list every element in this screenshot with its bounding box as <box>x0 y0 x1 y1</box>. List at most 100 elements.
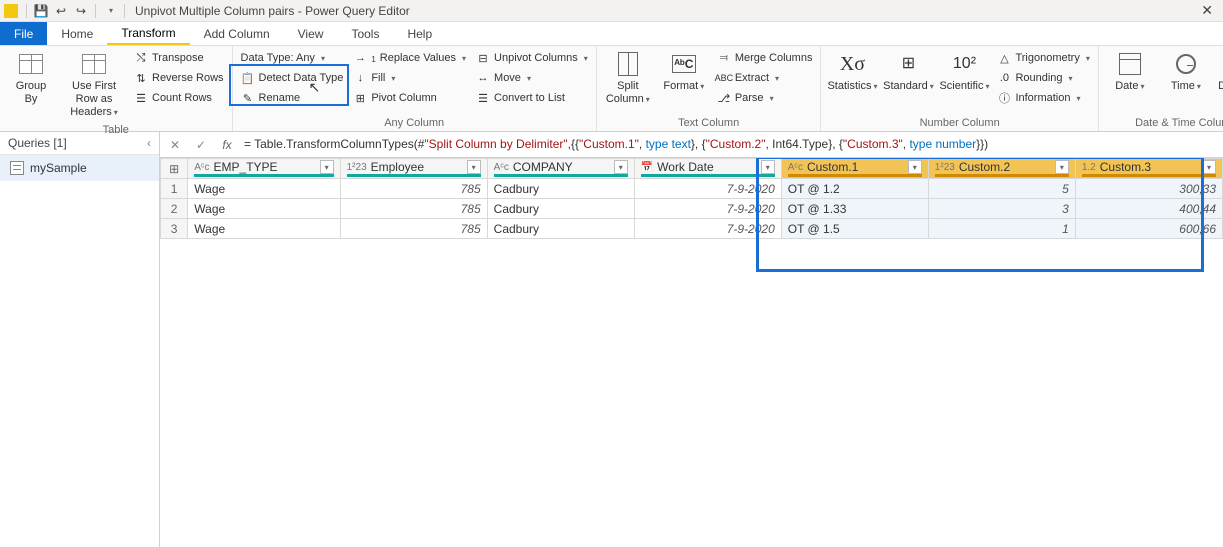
detect-datatype-button[interactable]: 📋Detect Data Type <box>239 68 346 88</box>
cancel-formula-button[interactable]: ✕ <box>166 136 184 154</box>
unpivot-button[interactable]: ⊟Unpivot Columns <box>474 48 590 68</box>
column-header-custom2[interactable]: 1²23Custom.2▾ <box>928 159 1075 179</box>
merge-columns-button[interactable]: ⫤Merge Columns <box>715 48 815 68</box>
file-tab[interactable]: File <box>0 22 47 45</box>
column-header-custom1[interactable]: AᶜcCustom.1▾ <box>781 159 928 179</box>
table-row[interactable]: 1Wage785Cadbury7-9-2020OT @ 1.25300,33 <box>161 179 1223 199</box>
data-grid[interactable]: ⊞ AᶜcEMP_TYPE▾ 1²23Employee▾ AᶜcCOMPANY▾… <box>160 158 1223 547</box>
format-icon: ᴬᵇC <box>672 55 696 73</box>
home-tab[interactable]: Home <box>47 22 107 45</box>
addcolumn-tab[interactable]: Add Column <box>190 22 284 45</box>
cell-employee[interactable]: 785 <box>340 179 487 199</box>
cell-company[interactable]: Cadbury <box>487 199 634 219</box>
cell-custom3[interactable]: 400,44 <box>1075 199 1222 219</box>
row-number[interactable]: 2 <box>161 199 188 219</box>
column-header-employee[interactable]: 1²23Employee▾ <box>340 159 487 179</box>
filter-button[interactable]: ▾ <box>1202 160 1216 174</box>
cell-custom1[interactable]: OT @ 1.2 <box>781 179 928 199</box>
trigonometry-button[interactable]: △Trigonometry <box>995 48 1091 68</box>
cell-emptype[interactable]: Wage <box>188 219 340 239</box>
filter-button[interactable]: ▾ <box>467 160 481 174</box>
cell-custom1[interactable]: OT @ 1.33 <box>781 199 928 219</box>
info-icon: ⓘ <box>997 91 1011 105</box>
list-icon: ☰ <box>476 91 490 105</box>
row-number[interactable]: 1 <box>161 179 188 199</box>
accept-formula-button[interactable]: ✓ <box>192 136 210 154</box>
extract-button[interactable]: ABCExtract <box>715 68 815 88</box>
cell-emptype[interactable]: Wage <box>188 199 340 219</box>
label: Trigonometry <box>1015 52 1079 64</box>
row-number[interactable]: 3 <box>161 219 188 239</box>
reverse-rows-button[interactable]: ⇅Reverse Rows <box>132 68 226 88</box>
cell-employee[interactable]: 785 <box>340 199 487 219</box>
statistics-button[interactable]: Χσ Statistics <box>827 48 877 95</box>
filter-button[interactable]: ▾ <box>614 160 628 174</box>
column-header-workdate[interactable]: 📅Work Date▾ <box>634 159 781 179</box>
rounding-button[interactable]: .0Rounding <box>995 68 1091 88</box>
close-button[interactable]: ✕ <box>1201 2 1213 19</box>
collapse-pane-button[interactable]: ‹ <box>147 136 151 150</box>
replace-values-button[interactable]: →1Replace Values <box>351 48 468 68</box>
count-rows-button[interactable]: ☰Count Rows <box>132 88 226 108</box>
filter-button[interactable]: ▾ <box>320 160 334 174</box>
label: Transpose <box>152 52 204 64</box>
column-header-custom3[interactable]: 1.2Custom.3▾ <box>1075 159 1222 179</box>
cell-company[interactable]: Cadbury <box>487 219 634 239</box>
query-item[interactable]: mySample <box>0 155 159 181</box>
cell-emptype[interactable]: Wage <box>188 179 340 199</box>
col-name: EMP_TYPE <box>214 160 278 174</box>
fill-button[interactable]: ↓Fill <box>351 68 468 88</box>
standard-button[interactable]: ⊞ Standard <box>883 48 933 95</box>
firstrow-headers-button[interactable]: Use First Row as Headers <box>62 48 126 122</box>
label: Data Type: Any <box>241 52 315 64</box>
datatype-button[interactable]: Data Type: Any <box>239 48 346 68</box>
groupby-button[interactable]: Group By <box>6 48 56 108</box>
format-button[interactable]: ᴬᵇC Format <box>659 48 709 95</box>
cell-custom2[interactable]: 1 <box>928 219 1075 239</box>
undo-icon[interactable]: ↩ <box>53 3 69 19</box>
cell-custom3[interactable]: 600,66 <box>1075 219 1222 239</box>
cell-workdate[interactable]: 7-9-2020 <box>634 179 781 199</box>
table-row[interactable]: 3Wage785Cadbury7-9-2020OT @ 1.51600,66 <box>161 219 1223 239</box>
label: Rename <box>259 92 301 104</box>
tools-tab[interactable]: Tools <box>337 22 393 45</box>
cell-custom2[interactable]: 3 <box>928 199 1075 219</box>
transform-tab[interactable]: Transform <box>107 22 189 45</box>
view-tab[interactable]: View <box>284 22 338 45</box>
cell-workdate[interactable]: 7-9-2020 <box>634 219 781 239</box>
cell-custom3[interactable]: 300,33 <box>1075 179 1222 199</box>
rename-button[interactable]: ✎Rename <box>239 88 346 108</box>
label: Statistics <box>827 80 877 93</box>
duration-button[interactable]: Duration <box>1217 48 1223 95</box>
date-button[interactable]: Date <box>1105 48 1155 95</box>
parse-button[interactable]: ⎇Parse <box>715 88 815 108</box>
filter-button[interactable]: ▾ <box>761 160 775 174</box>
scientific-button[interactable]: 10² Scientific <box>939 48 989 95</box>
column-header-emptype[interactable]: AᶜcEMP_TYPE▾ <box>188 159 340 179</box>
time-button[interactable]: Time <box>1161 48 1211 95</box>
column-header-company[interactable]: AᶜcCOMPANY▾ <box>487 159 634 179</box>
extract-icon: ABC <box>717 71 731 85</box>
pivot-button[interactable]: ⊞Pivot Column <box>351 88 468 108</box>
filter-button[interactable]: ▾ <box>1055 160 1069 174</box>
cell-custom1[interactable]: OT @ 1.5 <box>781 219 928 239</box>
convert-list-button[interactable]: ☰Convert to List <box>474 88 590 108</box>
transpose-button[interactable]: ⤭Transpose <box>132 48 226 68</box>
qat-dropdown[interactable] <box>102 3 118 19</box>
corner-cell[interactable]: ⊞ <box>161 159 188 179</box>
formula-input[interactable]: = Table.TransformColumnTypes(#"Split Col… <box>244 137 1217 152</box>
save-icon[interactable]: 💾 <box>33 3 49 19</box>
cell-workdate[interactable]: 7-9-2020 <box>634 199 781 219</box>
help-tab[interactable]: Help <box>393 22 446 45</box>
type-icon: 📅 <box>641 162 653 173</box>
split-column-button[interactable]: Split Column <box>603 48 653 108</box>
information-button[interactable]: ⓘInformation <box>995 88 1091 108</box>
table-row[interactable]: 2Wage785Cadbury7-9-2020OT @ 1.333400,44 <box>161 199 1223 219</box>
cell-company[interactable]: Cadbury <box>487 179 634 199</box>
redo-icon[interactable]: ↪ <box>73 3 89 19</box>
cell-custom2[interactable]: 5 <box>928 179 1075 199</box>
cell-employee[interactable]: 785 <box>340 219 487 239</box>
label: Date <box>1115 80 1144 93</box>
filter-button[interactable]: ▾ <box>908 160 922 174</box>
move-button[interactable]: ↔Move <box>474 68 590 88</box>
